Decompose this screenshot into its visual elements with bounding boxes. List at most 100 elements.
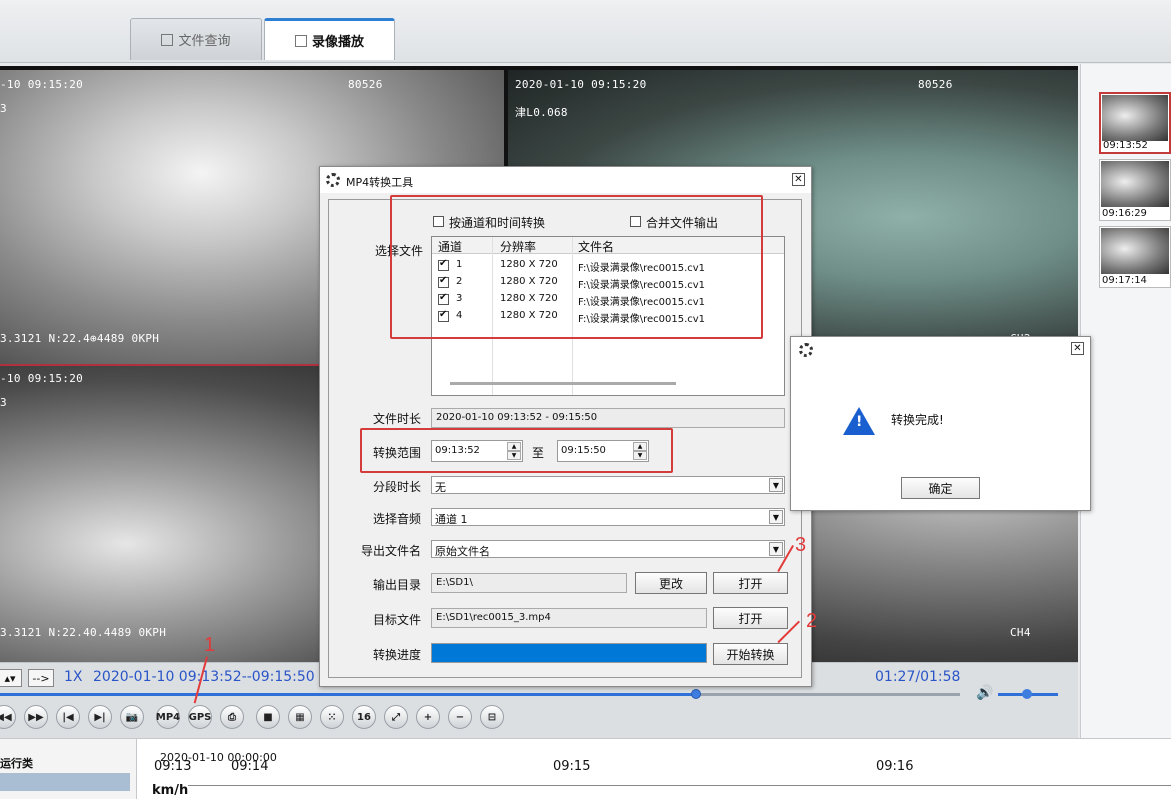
target-file-label: 目标文件 xyxy=(373,613,422,627)
audio-value: 通道 1 xyxy=(435,513,468,526)
osd-time: -10 09:15:20 xyxy=(0,372,84,385)
audio-select[interactable]: 通道 1 ▼ xyxy=(431,508,785,526)
app-gear-icon xyxy=(799,343,813,357)
clip-button[interactable]: ⊟ xyxy=(480,705,504,729)
prev-frame-button[interactable]: |◀ xyxy=(56,705,80,729)
thumbnail-item[interactable]: 09:16:29 xyxy=(1099,159,1171,221)
osd-channel: CH4 xyxy=(1010,626,1031,639)
conversion-progress-bar xyxy=(431,643,707,663)
print-button[interactable]: ⎙ xyxy=(220,705,244,729)
output-dir-field[interactable]: E:\SD1\ xyxy=(431,573,627,593)
osd-gps: 3.3121 N:22.4⊕4489 0KPH xyxy=(0,332,160,345)
timeline-tick: 09:13 xyxy=(154,759,192,774)
audio-label: 选择音频 xyxy=(373,512,422,526)
speed-label: 1X xyxy=(64,669,83,685)
annotation-3: 3 xyxy=(795,534,807,556)
close-icon[interactable]: ✕ xyxy=(1071,342,1084,355)
zoom-in-button[interactable]: + xyxy=(416,705,440,729)
export-name-label: 导出文件名 xyxy=(361,544,422,558)
timeline-tick: 09:14 xyxy=(231,759,269,774)
osd-extra: 津L0.068 xyxy=(515,106,568,119)
category-label: 运行类 xyxy=(0,757,33,770)
segment-select[interactable]: 无 ▼ xyxy=(431,476,785,494)
duration-field: 2020-01-10 09:13:52 - 09:15:50 xyxy=(431,408,785,428)
zoom-out-button[interactable]: − xyxy=(448,705,472,729)
open-dir-button[interactable]: 打开 xyxy=(713,572,788,594)
timeline-axis xyxy=(188,785,1171,786)
snapshot-button[interactable]: 📷 xyxy=(120,705,144,729)
chevron-down-icon[interactable]: ▼ xyxy=(769,478,783,492)
next-step-button[interactable]: --> xyxy=(28,669,54,687)
duration-label: 文件时长 xyxy=(373,412,422,426)
highlight-range xyxy=(360,428,673,473)
document-icon xyxy=(161,33,174,46)
volume-handle[interactable] xyxy=(1022,689,1032,699)
chevron-down-icon[interactable]: ▼ xyxy=(769,542,783,556)
tab-video-playback[interactable]: 录像播放 xyxy=(264,18,395,60)
spin-stepper[interactable]: ▴▾ xyxy=(0,669,22,687)
thumbnail-panel: 09:13:52 09:16:29 09:17:14 xyxy=(1080,64,1171,738)
thumbnail-time: 09:16:29 xyxy=(1102,208,1147,219)
conversion-progress-fill xyxy=(432,644,706,662)
progress-fill xyxy=(0,693,696,696)
dialog-titlebar[interactable]: MP4转换工具 ✕ xyxy=(320,167,811,193)
osd-side: 3 xyxy=(0,396,7,409)
complete-message: 转换完成! xyxy=(891,413,944,427)
gps-button[interactable]: GPS xyxy=(188,705,212,729)
next-frame-button[interactable]: ▶| xyxy=(88,705,112,729)
thumbnail-time: 09:17:14 xyxy=(1102,275,1147,286)
osd-time: -10 09:15:20 xyxy=(0,78,84,91)
volume-icon[interactable]: 🔊 xyxy=(976,685,993,701)
export-name-value: 原始文件名 xyxy=(435,545,490,558)
layout-4-button[interactable]: ▦ xyxy=(288,705,312,729)
convert-complete-dialog: ✕ ! 转换完成! 确定 xyxy=(790,336,1091,511)
progress-label: 转换进度 xyxy=(373,648,422,662)
segment-label: 分段时长 xyxy=(373,480,422,494)
progress-handle[interactable] xyxy=(691,689,701,699)
tab-label: 文件查询 xyxy=(178,34,231,49)
annotation-2: 2 xyxy=(806,610,818,632)
osd-gps: 3.3121 N:22.40.4489 0KPH xyxy=(0,626,167,639)
target-file-field[interactable]: E:\SD1\rec0015_3.mp4 xyxy=(431,608,707,628)
tab-label: 录像播放 xyxy=(311,35,364,50)
osd-code: 80526 xyxy=(348,78,383,91)
stop-button[interactable]: ■ xyxy=(256,705,280,729)
elapsed-time: 01:27/01:58 xyxy=(875,669,961,685)
ok-button[interactable]: 确定 xyxy=(901,477,980,499)
tab-file-query[interactable]: 文件查询 xyxy=(130,18,262,60)
annotation-1: 1 xyxy=(204,634,216,656)
osd-side: 3 xyxy=(0,102,7,115)
thumbnail-image xyxy=(1102,95,1168,141)
change-dir-button[interactable]: 更改 xyxy=(635,572,707,594)
layout-16-button[interactable]: 16 xyxy=(352,705,376,729)
thumbnail-item[interactable]: 09:13:52 xyxy=(1099,92,1171,154)
start-convert-button[interactable]: 开始转换 xyxy=(713,643,788,665)
timeline-tick: 09:16 xyxy=(876,759,914,774)
app-gear-icon xyxy=(326,173,340,187)
layout-9-button[interactable]: ⁙ xyxy=(320,705,344,729)
highlight-file-list xyxy=(390,195,763,339)
timeline-panel: 运行类 2020-01-10 00:00:00 09:13 09:14 09:1… xyxy=(0,738,1171,799)
category-bar[interactable] xyxy=(0,773,130,791)
dialog-titlebar[interactable]: ✕ xyxy=(791,337,1090,361)
chevron-down-icon[interactable]: ▼ xyxy=(769,510,783,524)
fast-forward-button[interactable]: ▶▶ xyxy=(24,705,48,729)
osd-time: 2020-01-10 09:15:20 xyxy=(515,78,647,91)
output-dir-label: 输出目录 xyxy=(373,578,422,592)
close-icon[interactable]: ✕ xyxy=(792,173,805,186)
thumbnail-item[interactable]: 09:17:14 xyxy=(1099,226,1171,288)
warning-icon: ! xyxy=(843,407,875,435)
export-name-select[interactable]: 原始文件名 ▼ xyxy=(431,540,785,558)
horizontal-scrollbar[interactable] xyxy=(450,382,676,385)
thumbnail-image xyxy=(1101,228,1169,274)
timeline-label-column: 运行类 xyxy=(0,739,137,799)
top-tab-bar: 文件查询 录像播放 xyxy=(0,0,1171,63)
fullscreen-button[interactable]: ⤢ xyxy=(384,705,408,729)
segment-value: 无 xyxy=(435,481,446,494)
mp4-converter-dialog: MP4转换工具 ✕ 按通道和时间转换 合并文件输出 选择文件 通道 分辨率 文件… xyxy=(319,166,812,687)
mp4-convert-button[interactable]: MP4 xyxy=(156,705,180,729)
open-target-button[interactable]: 打开 xyxy=(713,607,788,629)
speed-unit: km/h xyxy=(152,783,189,798)
rewind-button[interactable]: ◀◀ xyxy=(0,705,16,729)
timeline-tick: 09:15 xyxy=(553,759,591,774)
